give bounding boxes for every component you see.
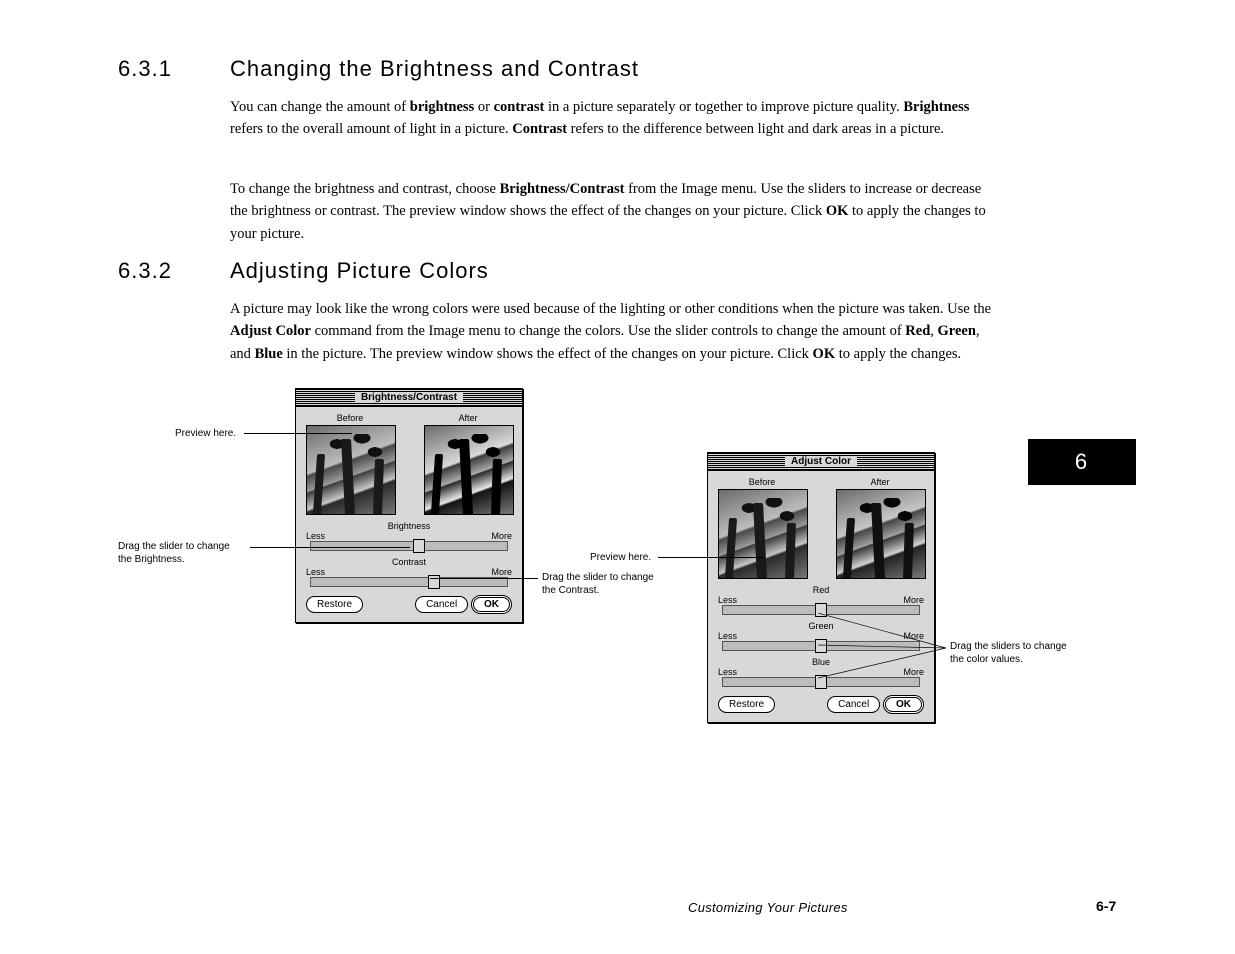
text: to apply the changes. (835, 346, 961, 362)
label-more: More (491, 531, 512, 541)
preview-before: Before (306, 413, 394, 515)
leader-line (658, 557, 763, 558)
text-bold: contrast (494, 99, 545, 115)
callout-contrast-2: the Contrast. (542, 584, 599, 597)
cancel-button[interactable]: Cancel (415, 596, 468, 613)
text: in a picture separately or together to i… (544, 99, 903, 115)
cancel-button[interactable]: Cancel (827, 696, 880, 713)
document-page: 6.3.1 Changing the Brightness and Contra… (0, 0, 1235, 954)
brightness-contrast-dialog: Brightness/Contrast Before After Brightn… (295, 388, 523, 623)
label-more: More (491, 567, 512, 577)
thumbnail-after (424, 425, 514, 515)
page-number: 6-7 (1096, 898, 1116, 914)
paragraph: A picture may look like the wrong colors… (230, 298, 1000, 373)
thumbnail-before (718, 489, 808, 579)
text-bold: Blue (255, 346, 283, 362)
callout-brightness-2: the Brightness. (118, 553, 185, 566)
text: refers to the difference between light a… (567, 121, 944, 137)
paragraph: To change the brightness and contrast, c… (230, 178, 1000, 253)
paragraph: You can change the amount of brightness … (230, 96, 1000, 149)
label-less: Less (306, 567, 325, 577)
text-bold: Contrast (512, 121, 567, 137)
chapter-tab: 6 (1028, 439, 1136, 485)
running-footer-title: Customizing Your Pictures (688, 900, 848, 915)
text-bold: OK (826, 203, 849, 219)
text-bold: Adjust Color (230, 323, 311, 339)
label-less: Less (718, 667, 737, 677)
section-title: Changing the Brightness and Contrast (230, 56, 639, 82)
label-after: After (836, 477, 924, 487)
text: You can change the amount of (230, 99, 410, 115)
leader-lines-sliders (818, 613, 948, 683)
leader-line (244, 433, 352, 434)
slider-thumb[interactable] (413, 539, 425, 553)
label-before: Before (306, 413, 394, 423)
label-less: Less (306, 531, 325, 541)
leader-line (250, 547, 410, 548)
thumbnail-before (306, 425, 396, 515)
text: A picture may look like the wrong colors… (230, 301, 991, 317)
text-bold: Brightness/Contrast (500, 181, 625, 197)
text: in the picture. The preview window shows… (283, 346, 813, 362)
dialog-titlebar[interactable]: Adjust Color (708, 453, 934, 471)
dialog-titlebar[interactable]: Brightness/Contrast (296, 389, 522, 407)
label-less: Less (718, 631, 737, 641)
text: To change the brightness and contrast, c… (230, 181, 500, 197)
text-bold: brightness (410, 99, 474, 115)
restore-button[interactable]: Restore (718, 696, 775, 713)
callout-sliders-2: the color values. (950, 653, 1023, 666)
text: refers to the overall amount of light in… (230, 121, 512, 137)
label-before: Before (718, 477, 806, 487)
section-number: 6.3.2 (118, 258, 172, 284)
label-less: Less (718, 595, 737, 605)
ok-button[interactable]: OK (471, 595, 512, 614)
preview-after: After (836, 477, 924, 579)
text: command from the Image menu to change th… (311, 323, 905, 339)
brightness-slider[interactable] (310, 541, 508, 551)
text: , (930, 323, 937, 339)
leader-line (430, 578, 538, 579)
slider-label-red: Red (718, 585, 924, 595)
text-bold: Green (938, 323, 976, 339)
callout-sliders-1: Drag the sliders to change (950, 640, 1067, 653)
text-bold: OK (813, 346, 836, 362)
text-bold: Red (905, 323, 930, 339)
callout-contrast-1: Drag the slider to change (542, 571, 654, 584)
thumbnail-after (836, 489, 926, 579)
dialog-title: Adjust Color (785, 456, 857, 467)
dialog-title: Brightness/Contrast (355, 392, 463, 403)
slider-label-brightness: Brightness (306, 521, 512, 531)
callout-preview: Preview here. (590, 551, 651, 564)
text: or (474, 99, 493, 115)
preview-after: After (424, 413, 512, 515)
label-after: After (424, 413, 512, 423)
ok-button[interactable]: OK (883, 695, 924, 714)
restore-button[interactable]: Restore (306, 596, 363, 613)
callout-brightness-1: Drag the slider to change (118, 540, 230, 553)
text-bold: Brightness (903, 99, 969, 115)
callout-preview: Preview here. (175, 427, 236, 440)
slider-label-contrast: Contrast (306, 557, 512, 567)
preview-before: Before (718, 477, 806, 579)
label-more: More (903, 595, 924, 605)
section-number: 6.3.1 (118, 56, 172, 82)
section-title: Adjusting Picture Colors (230, 258, 489, 284)
